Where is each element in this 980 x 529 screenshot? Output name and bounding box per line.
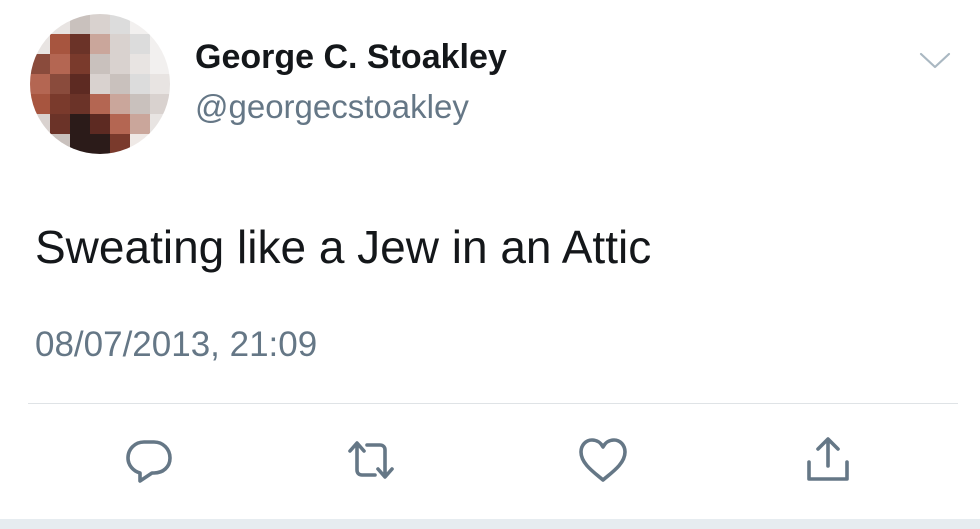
reply-button[interactable] (121, 435, 177, 485)
like-button[interactable] (575, 435, 631, 485)
author-name[interactable]: George C. Stoakley (195, 38, 507, 77)
heart-icon (579, 438, 627, 482)
tweet-menu-button[interactable] (918, 48, 952, 72)
divider (28, 403, 958, 404)
tweet-timestamp: 08/07/2013, 21:09 (35, 325, 318, 364)
share-button[interactable] (800, 435, 856, 485)
bottom-bar (0, 519, 980, 529)
retweet-icon (348, 441, 394, 479)
avatar[interactable] (30, 14, 170, 154)
chevron-down-icon (919, 52, 951, 69)
tweet-text: Sweating like a Jew in an Attic (35, 221, 652, 273)
reply-icon (126, 440, 172, 483)
share-icon (807, 437, 849, 481)
retweet-button[interactable] (343, 435, 399, 485)
author-handle[interactable]: @georgecstoakley (195, 88, 469, 126)
